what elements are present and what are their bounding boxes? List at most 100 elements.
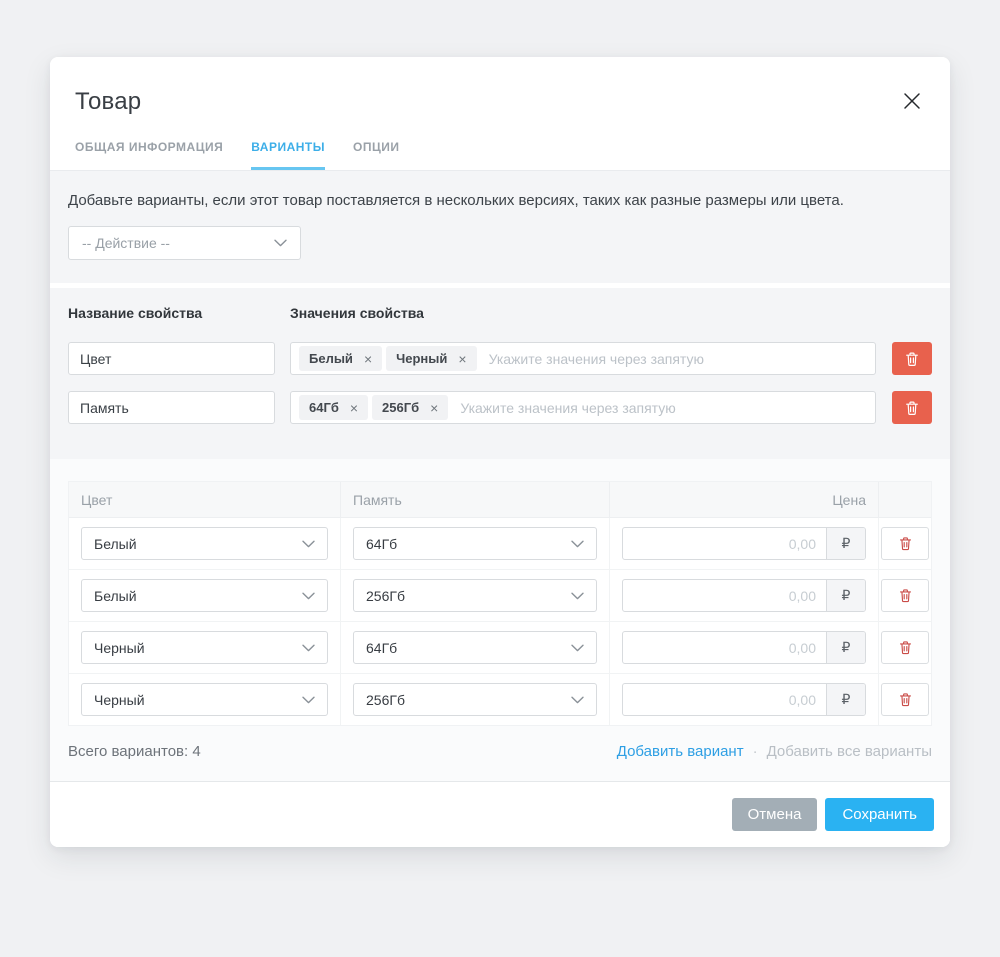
color-select-value: Белый: [94, 588, 137, 604]
tab-bar: ОБЩАЯ ИНФОРМАЦИЯ ВАРИАНТЫ ОПЦИИ: [75, 140, 925, 170]
add-all-variants-link[interactable]: Добавить все варианты: [767, 743, 932, 760]
action-select-value: -- Действие --: [82, 235, 170, 251]
currency-suffix: ₽: [826, 528, 865, 559]
value-tag-label: Белый: [309, 351, 353, 366]
chevron-down-icon: [302, 644, 315, 652]
price-input[interactable]: [623, 528, 826, 559]
delete-variant-button[interactable]: [881, 683, 929, 716]
memory-select[interactable]: 256Гб: [353, 683, 597, 716]
price-field: ₽: [622, 527, 866, 560]
chevron-down-icon: [274, 239, 287, 247]
values-placeholder: Укажите значения через запятую: [489, 351, 704, 367]
value-tag-label: 64Гб: [309, 400, 339, 415]
column-header-color: Цвет: [69, 482, 341, 518]
property-row: 64Гб × 256Гб × Укажите значения через за…: [68, 391, 932, 424]
currency-suffix: ₽: [826, 580, 865, 611]
variants-total: Всего вариантов: 4: [68, 743, 201, 760]
chevron-down-icon: [302, 592, 315, 600]
variants-section: Цвет Память Цена Белый 64Гб ₽: [50, 459, 950, 782]
color-select-value: Черный: [94, 640, 145, 656]
properties-header-row: Название свойства Значения свойства: [68, 305, 932, 321]
memory-select-value: 64Гб: [366, 536, 397, 552]
color-select[interactable]: Черный: [81, 631, 328, 664]
modal-footer: Отмена Сохранить: [50, 782, 950, 847]
property-values-input[interactable]: 64Гб × 256Гб × Укажите значения через за…: [290, 391, 876, 424]
tab-variants[interactable]: ВАРИАНТЫ: [251, 140, 325, 170]
currency-suffix: ₽: [826, 632, 865, 663]
trash-icon: [898, 692, 913, 707]
delete-variant-button[interactable]: [881, 631, 929, 664]
trash-icon: [898, 588, 913, 603]
price-input[interactable]: [623, 632, 826, 663]
color-select-value: Черный: [94, 692, 145, 708]
chevron-down-icon: [571, 644, 584, 652]
memory-select[interactable]: 64Гб: [353, 631, 597, 664]
property-values-header: Значения свойства: [290, 305, 424, 321]
color-select[interactable]: Черный: [81, 683, 328, 716]
variants-intro-section: Добавьте варианты, если этот товар поста…: [50, 171, 950, 288]
modal-header: Товар ОБЩАЯ ИНФОРМАЦИЯ ВАРИАНТЫ ОПЦИИ: [50, 57, 950, 171]
column-header-actions: [879, 482, 931, 518]
trash-icon: [904, 400, 920, 416]
tag-remove-icon[interactable]: ×: [430, 401, 438, 415]
property-name-header: Название свойства: [68, 305, 290, 321]
color-select-value: Белый: [94, 536, 137, 552]
tag-remove-icon[interactable]: ×: [458, 352, 466, 366]
value-tag-label: Черный: [396, 351, 447, 366]
close-button[interactable]: [898, 87, 926, 115]
delete-property-button[interactable]: [892, 342, 932, 375]
cancel-button[interactable]: Отмена: [732, 798, 818, 831]
memory-select-value: 256Гб: [366, 692, 405, 708]
tab-general-info[interactable]: ОБЩАЯ ИНФОРМАЦИЯ: [75, 140, 223, 170]
delete-property-button[interactable]: [892, 391, 932, 424]
price-field: ₽: [622, 631, 866, 664]
delete-variant-button[interactable]: [881, 579, 929, 612]
memory-select-value: 256Гб: [366, 588, 405, 604]
variant-row: Черный 64Гб ₽: [69, 622, 931, 674]
variants-table-header: Цвет Память Цена: [69, 482, 931, 518]
property-row: Белый × Черный × Укажите значения через …: [68, 342, 932, 375]
trash-icon: [898, 536, 913, 551]
color-select[interactable]: Белый: [81, 527, 328, 560]
chevron-down-icon: [571, 696, 584, 704]
color-select[interactable]: Белый: [81, 579, 328, 612]
chevron-down-icon: [571, 592, 584, 600]
variants-description: Добавьте варианты, если этот товар поста…: [68, 192, 932, 209]
add-variant-link[interactable]: Добавить вариант: [617, 743, 744, 760]
memory-select[interactable]: 64Гб: [353, 527, 597, 560]
column-header-price: Цена: [610, 482, 879, 518]
tag-remove-icon[interactable]: ×: [364, 352, 372, 366]
variants-table: Цвет Память Цена Белый 64Гб ₽: [68, 481, 932, 726]
chevron-down-icon: [302, 696, 315, 704]
action-select[interactable]: -- Действие --: [68, 226, 301, 260]
save-button[interactable]: Сохранить: [825, 798, 934, 831]
price-input[interactable]: [623, 684, 826, 715]
price-field: ₽: [622, 683, 866, 716]
price-input[interactable]: [623, 580, 826, 611]
properties-section: Название свойства Значения свойства Белы…: [50, 288, 950, 459]
page-title: Товар: [75, 88, 925, 116]
variant-row: Белый 64Гб ₽: [69, 518, 931, 570]
delete-variant-button[interactable]: [881, 527, 929, 560]
value-tag: Белый ×: [299, 346, 382, 371]
currency-suffix: ₽: [826, 684, 865, 715]
values-placeholder: Укажите значения через запятую: [460, 400, 675, 416]
value-tag-label: 256Гб: [382, 400, 419, 415]
trash-icon: [898, 640, 913, 655]
property-name-input[interactable]: [68, 391, 275, 424]
variants-summary-row: Всего вариантов: 4 Добавить вариант · До…: [68, 726, 932, 781]
memory-select[interactable]: 256Гб: [353, 579, 597, 612]
tab-options[interactable]: ОПЦИИ: [353, 140, 399, 170]
property-values-input[interactable]: Белый × Черный × Укажите значения через …: [290, 342, 876, 375]
trash-icon: [904, 351, 920, 367]
product-modal: Товар ОБЩАЯ ИНФОРМАЦИЯ ВАРИАНТЫ ОПЦИИ До…: [50, 57, 950, 847]
chevron-down-icon: [571, 540, 584, 548]
chevron-down-icon: [302, 540, 315, 548]
tag-remove-icon[interactable]: ×: [350, 401, 358, 415]
variant-row: Черный 256Гб ₽: [69, 674, 931, 725]
column-header-memory: Память: [341, 482, 610, 518]
variant-row: Белый 256Гб ₽: [69, 570, 931, 622]
value-tag: 64Гб ×: [299, 395, 368, 420]
memory-select-value: 64Гб: [366, 640, 397, 656]
property-name-input[interactable]: [68, 342, 275, 375]
